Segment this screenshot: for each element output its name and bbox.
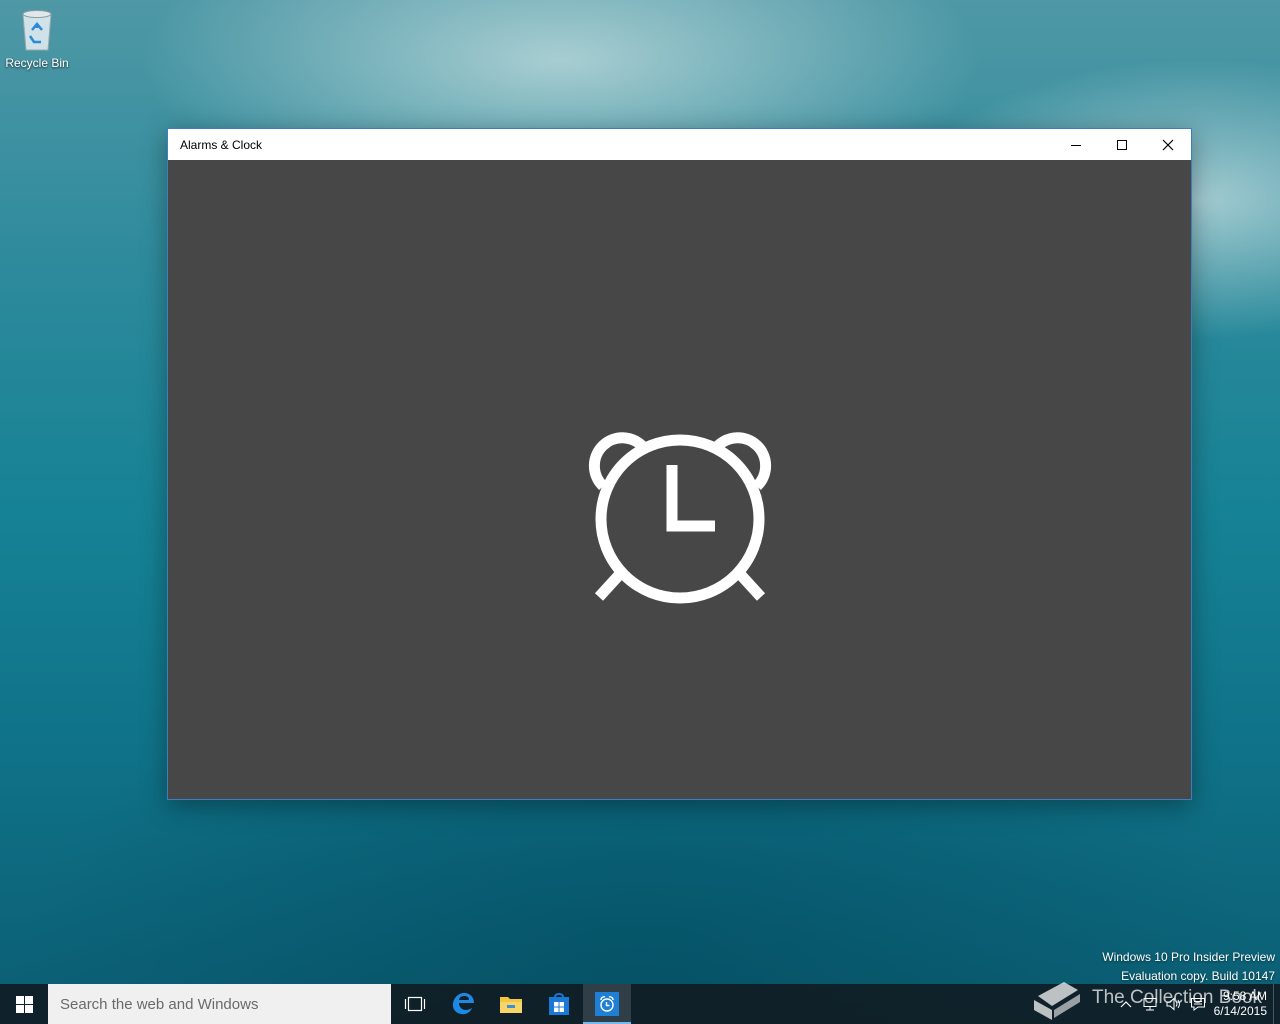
brand-overlay: The Collection Book — [1030, 974, 1262, 1022]
minimize-icon — [1071, 144, 1081, 146]
recycle-bin-icon — [18, 6, 56, 52]
store-icon — [549, 993, 569, 1015]
recycle-bin-shortcut[interactable]: Recycle Bin — [4, 6, 70, 70]
task-view-icon — [404, 996, 426, 1012]
search-placeholder: Search the web and Windows — [60, 995, 259, 1013]
watermark-line-1: Windows 10 Pro Insider Preview — [1102, 950, 1275, 964]
alarms-clock-icon — [595, 992, 619, 1016]
maximize-button[interactable] — [1099, 129, 1145, 160]
title-bar[interactable]: Alarms & Clock — [168, 129, 1191, 160]
brand-text: The Collection Book — [1092, 987, 1263, 1008]
recycle-bin-label: Recycle Bin — [5, 56, 69, 70]
book-logo-icon — [1034, 982, 1080, 1020]
edge-icon — [452, 993, 474, 1015]
task-view-button[interactable] — [391, 984, 439, 1024]
windows-logo-icon — [15, 995, 33, 1013]
splash-screen — [168, 160, 1191, 799]
show-desktop-button[interactable] — [1273, 984, 1280, 1024]
search-box[interactable]: Search the web and Windows — [48, 984, 391, 1024]
file-explorer-taskbar-button[interactable] — [487, 984, 535, 1024]
close-icon — [1162, 139, 1174, 150]
alarms-clock-window: Alarms & Clock — [167, 128, 1192, 800]
window-title: Alarms & Clock — [180, 137, 263, 152]
maximize-icon — [1117, 139, 1127, 150]
alarms-clock-taskbar-button[interactable] — [583, 984, 631, 1024]
minimize-button[interactable] — [1053, 129, 1099, 160]
store-taskbar-button[interactable] — [535, 984, 583, 1024]
file-explorer-icon — [500, 997, 522, 1013]
alarm-clock-icon — [588, 432, 772, 604]
start-button[interactable] — [0, 984, 48, 1024]
close-button[interactable] — [1145, 129, 1191, 160]
edge-taskbar-button[interactable] — [439, 984, 487, 1024]
caption-buttons — [1053, 129, 1191, 160]
